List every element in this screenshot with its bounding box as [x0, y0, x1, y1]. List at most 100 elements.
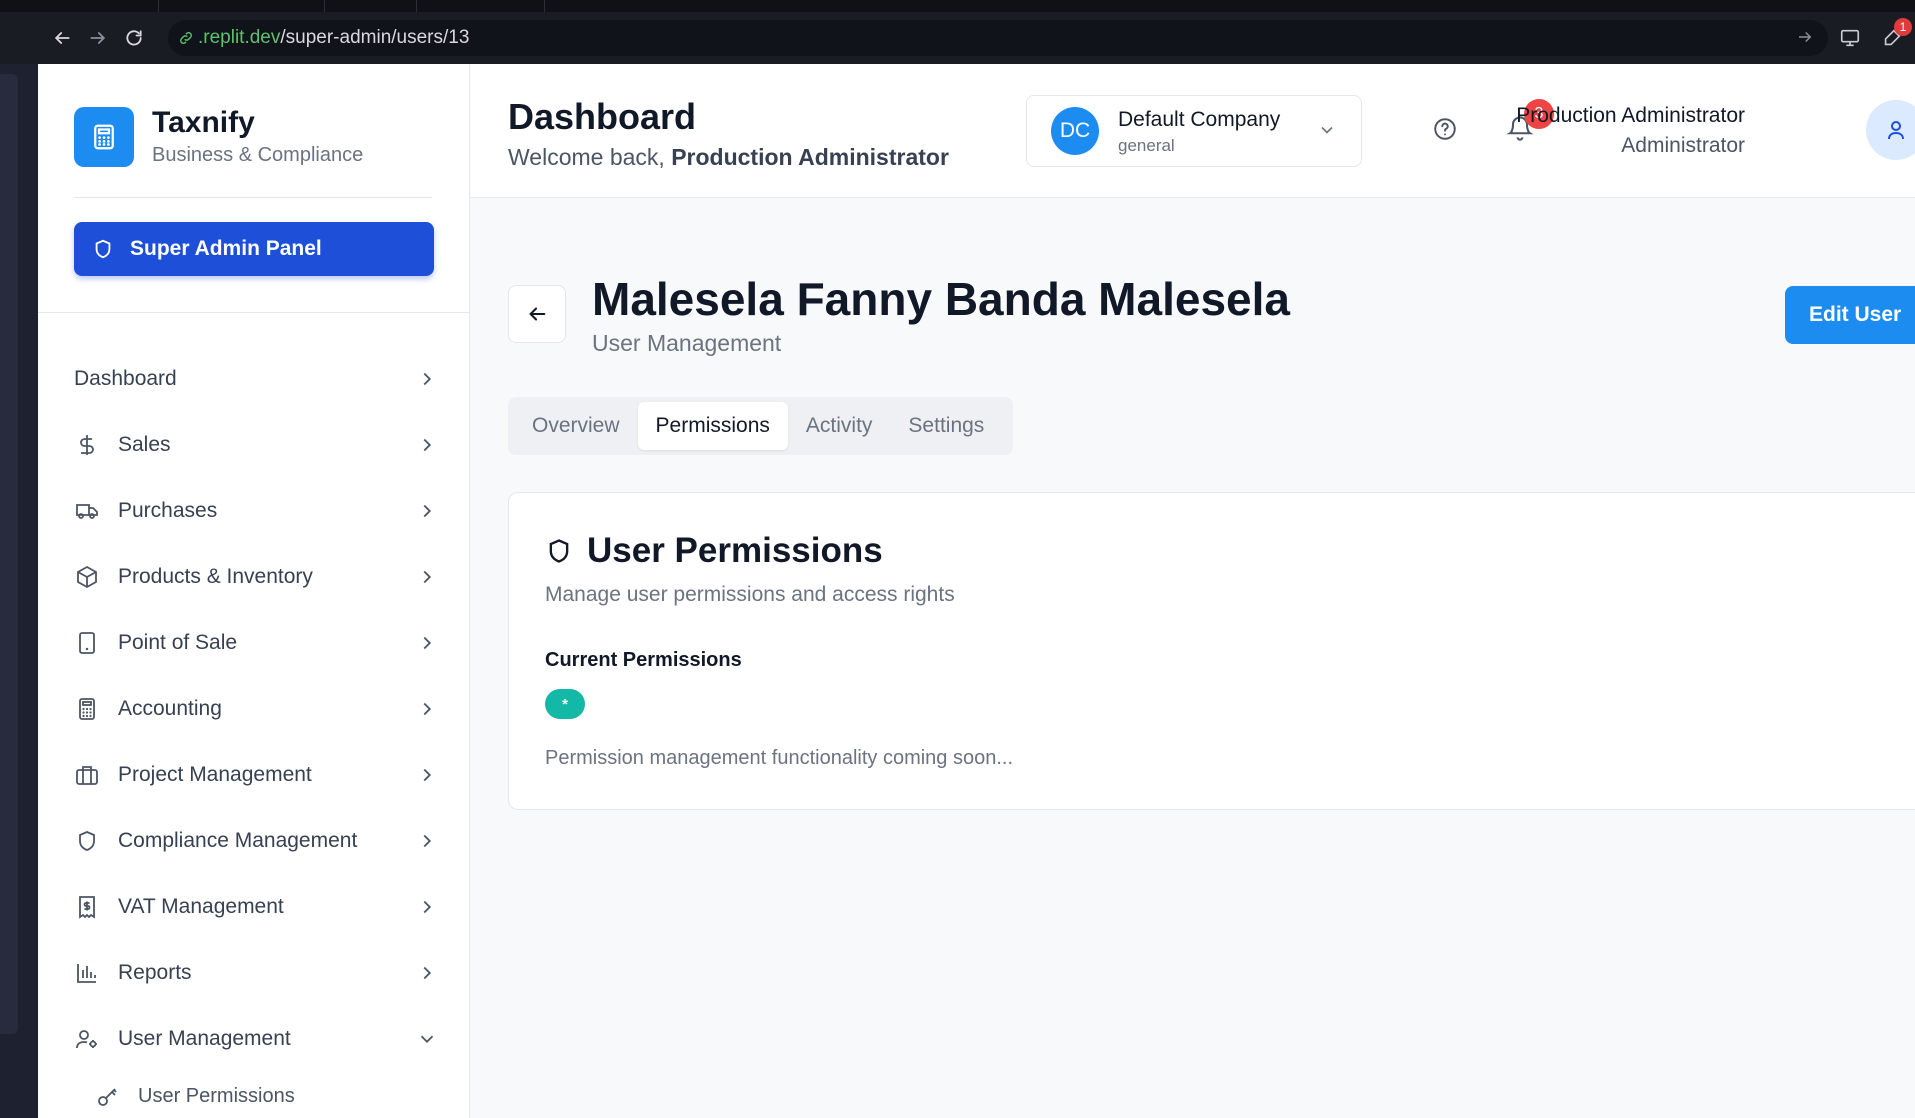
back-arrow-icon[interactable] [48, 24, 76, 52]
sidebar-item-compliance-management[interactable]: Compliance Management [74, 808, 438, 874]
tablet-icon [74, 630, 100, 656]
shield-icon [92, 238, 114, 260]
url-path: /super-admin/users/13 [280, 27, 470, 48]
chevron-right-icon [416, 830, 438, 852]
company-type: general [1118, 136, 1175, 155]
briefcase-icon [74, 762, 100, 788]
welcome-text: Welcome back, Production Administrator [508, 144, 949, 171]
permissions-card: User Permissions Manage user permissions… [508, 492, 1915, 810]
extension-badge: 1 [1894, 18, 1912, 36]
chevron-down-icon [416, 1028, 438, 1050]
sidebar-subitem-label: User Permissions [138, 1084, 295, 1107]
sidebar-item-project-management[interactable]: Project Management [74, 742, 438, 808]
divider [38, 312, 470, 313]
card-title: User Permissions [545, 531, 883, 571]
super-admin-panel-label: Super Admin Panel [130, 237, 322, 260]
chevron-right-icon [416, 632, 438, 654]
tab-separator [416, 0, 417, 12]
app-window: Taxnify Business & Compliance Super Admi… [38, 64, 1915, 1118]
company-avatar: DC [1051, 107, 1099, 155]
brand[interactable]: Taxnify Business & Compliance [74, 106, 363, 167]
chevron-right-icon [416, 764, 438, 786]
sidebar-subitem-user-permissions[interactable]: User Permissions [96, 1084, 295, 1108]
sidebar-item-reports[interactable]: Reports [74, 940, 438, 1006]
sidebar-item-label: Accounting [118, 697, 222, 720]
bar-chart-icon [74, 960, 100, 986]
chevron-down-icon [1317, 120, 1337, 140]
shield-icon [74, 828, 100, 854]
calculator-icon [74, 696, 100, 722]
sidebar-item-vat-management[interactable]: VAT Management [74, 874, 438, 940]
page-subtitle: User Management [592, 330, 782, 356]
dollar-icon [74, 432, 100, 458]
gutter-panel [0, 74, 18, 1034]
header-title: Dashboard [508, 96, 697, 137]
reload-icon[interactable] [120, 24, 148, 52]
chevron-right-icon [416, 698, 438, 720]
sidebar-item-dashboard[interactable]: Dashboard [74, 346, 438, 412]
top-header: Dashboard Welcome back, Production Admin… [470, 64, 1915, 198]
sidebar-menu: Dashboard Sales Purchases Products & Inv… [74, 346, 438, 1072]
sidebar-item-label: Sales [118, 433, 171, 456]
sidebar-item-products-inventory[interactable]: Products & Inventory [74, 544, 438, 610]
tab-separator [324, 0, 325, 12]
tab-separator [544, 0, 545, 12]
extension-icon[interactable]: 1 [1878, 18, 1912, 52]
brand-name: Taxnify [152, 106, 255, 139]
tab-permissions[interactable]: Permissions [637, 402, 788, 450]
receipt-icon [74, 894, 100, 920]
page-title: Malesela Fanny Banda Malesela [592, 273, 1290, 325]
sidebar-item-point-of-sale[interactable]: Point of Sale [74, 610, 438, 676]
sidebar-item-purchases[interactable]: Purchases [74, 478, 438, 544]
tab-settings[interactable]: Settings [890, 402, 1002, 450]
permission-badge: * [545, 689, 585, 719]
super-admin-panel-button[interactable]: Super Admin Panel [74, 222, 434, 276]
user-role: Administrator [1621, 134, 1745, 157]
address-bar[interactable]: .replit.dev/super-admin/users/13 [168, 20, 1828, 56]
go-arrow-icon[interactable] [1796, 28, 1814, 52]
tab-list: Overview Permissions Activity Settings [508, 397, 1013, 455]
chevron-right-icon [416, 434, 438, 456]
chevron-right-icon [416, 368, 438, 390]
company-selector[interactable]: DC Default Company general [1026, 95, 1362, 167]
sidebar-item-label: Products & Inventory [118, 565, 313, 588]
sidebar-item-sales[interactable]: Sales [74, 412, 438, 478]
left-gutter [0, 64, 38, 1118]
card-subtitle: Manage user permissions and access right… [545, 583, 955, 606]
sidebar-item-label: Point of Sale [118, 631, 238, 654]
card-title-text: User Permissions [587, 531, 883, 570]
monitor-icon[interactable] [1836, 24, 1864, 52]
current-permissions-label: Current Permissions [545, 649, 742, 671]
sidebar-item-user-management[interactable]: User Management [74, 1006, 438, 1072]
coming-soon-text: Permission management functionality comi… [545, 747, 1014, 769]
calculator-logo-icon [74, 106, 134, 167]
sidebar-item-label: VAT Management [118, 895, 284, 918]
tab-activity[interactable]: Activity [788, 402, 891, 450]
tab-overview[interactable]: Overview [514, 402, 638, 450]
sidebar-item-label: Compliance Management [118, 829, 358, 852]
browser-tab-strip [0, 0, 1915, 12]
edit-user-button[interactable]: Edit User [1785, 286, 1915, 344]
sidebar-item-accounting[interactable]: Accounting [74, 676, 438, 742]
company-name: Default Company [1118, 108, 1281, 131]
sidebar-item-label: Purchases [118, 499, 218, 522]
sidebar-item-label: User Management [118, 1027, 291, 1050]
welcome-name: Production Administrator [671, 144, 949, 170]
forward-arrow-icon[interactable] [84, 24, 112, 52]
chevron-right-icon [416, 896, 438, 918]
chevron-right-icon [416, 962, 438, 984]
arrow-left-icon [526, 303, 548, 325]
shield-icon [545, 537, 573, 565]
package-icon [74, 564, 100, 590]
tab-separator [158, 0, 159, 12]
user-avatar-icon[interactable] [1866, 100, 1915, 160]
key-icon [96, 1084, 120, 1108]
browser-toolbar: .replit.dev/super-admin/users/13 1 [0, 12, 1915, 64]
chevron-right-icon [416, 500, 438, 522]
help-icon[interactable] [1432, 116, 1458, 142]
brand-subtitle: Business & Compliance [152, 144, 364, 166]
sidebar-item-label: Dashboard [74, 367, 177, 390]
sidebar: Taxnify Business & Compliance Super Admi… [38, 64, 470, 1118]
back-button[interactable] [508, 285, 566, 343]
chevron-right-icon [416, 566, 438, 588]
